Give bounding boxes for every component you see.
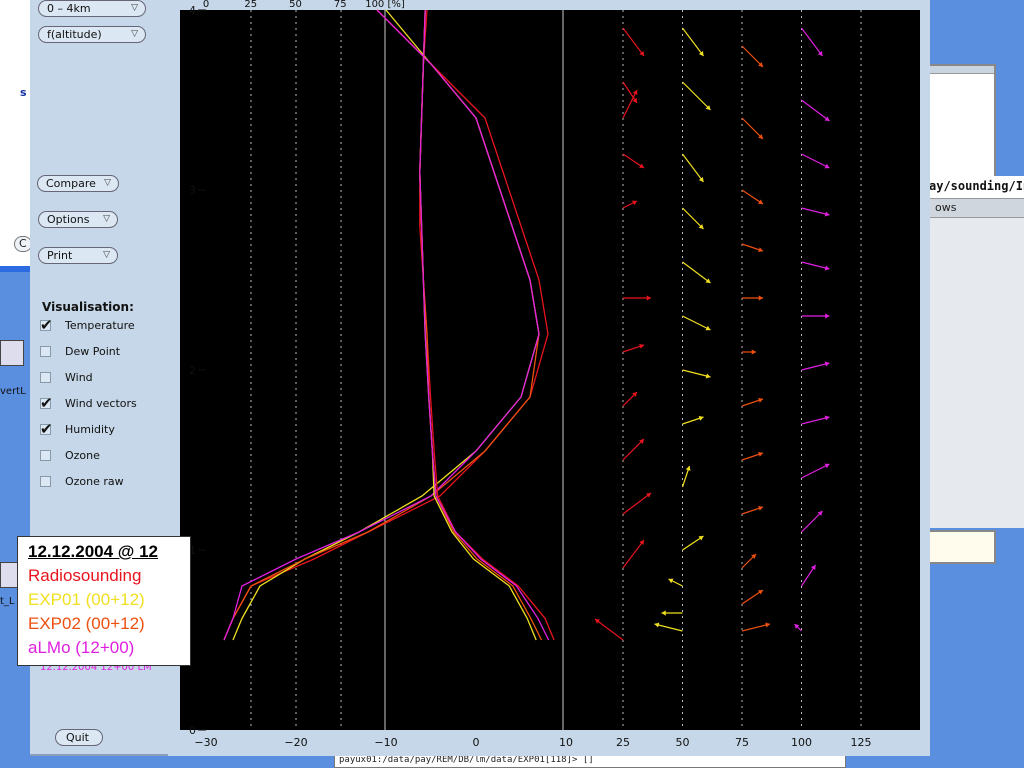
print-button[interactable]: Print ▽ bbox=[38, 247, 118, 264]
legend-item-radiosounding: Radiosounding bbox=[28, 566, 142, 585]
y-tick-label: 2 bbox=[189, 364, 196, 377]
background-window-body bbox=[0, 0, 30, 266]
checkbox-label: Wind bbox=[65, 371, 93, 384]
humidity-tick-label: 50 bbox=[289, 0, 302, 10]
temperature-tick-label: −20 bbox=[284, 736, 307, 749]
visualisation-title: Visualisation: bbox=[42, 300, 134, 314]
checkbox-label: Wind vectors bbox=[65, 397, 137, 410]
legend: 12.12.2004 @ 12 Radiosounding EXP01 (00+… bbox=[17, 536, 191, 666]
temperature-tick-label: −10 bbox=[374, 736, 397, 749]
checkbox-label: Ozone bbox=[65, 449, 100, 462]
humidity-tick-label: 25 bbox=[244, 0, 257, 10]
y-tick-label: 4 bbox=[189, 4, 196, 17]
desktop-icon-label-2: t_L bbox=[0, 596, 15, 607]
temperature-tick-label: 10 bbox=[559, 736, 573, 749]
temperature-tick-label: 0 bbox=[473, 736, 480, 749]
checkbox-box[interactable]: ✔ bbox=[40, 316, 53, 334]
temperature-tick-label: −30 bbox=[194, 736, 217, 749]
quit-button[interactable]: Quit bbox=[55, 729, 103, 746]
window-title-bar[interactable] bbox=[930, 66, 994, 74]
dropdown-triangle-icon: ▽ bbox=[131, 29, 138, 39]
dropdown-triangle-icon: ▽ bbox=[103, 250, 110, 260]
sounding-plot: 0 1 2 3 4 −30 −20 −10 0 10 0 25 50 75 100 [%] 25 50 75 100… bbox=[168, 0, 930, 756]
print-label: Print bbox=[47, 249, 73, 262]
desktop-icon-terminal[interactable] bbox=[0, 340, 24, 366]
checkbox-label: Humidity bbox=[65, 423, 115, 436]
background-window-letter: s bbox=[20, 86, 27, 99]
wind-tick-label: 100 bbox=[791, 736, 812, 749]
legend-item-exp01: EXP01 (00+12) bbox=[28, 590, 145, 609]
range-select[interactable]: 0 – 4km ▽ bbox=[38, 0, 146, 17]
checkbox-label: Temperature bbox=[65, 319, 135, 332]
options-label: Options bbox=[47, 213, 90, 226]
background-window-right-bottom bbox=[930, 530, 996, 564]
range-select-value: 0 – 4km bbox=[47, 2, 91, 15]
options-button[interactable]: Options ▽ bbox=[38, 211, 118, 228]
humidity-tick-label: 100 [%] bbox=[365, 0, 405, 10]
wind-tick-label: 125 bbox=[851, 736, 872, 749]
compare-button[interactable]: Compare ▽ bbox=[37, 175, 119, 192]
plot-background bbox=[180, 10, 920, 730]
desktop-icon-label: vertL bbox=[0, 386, 26, 397]
legend-item-exp02: EXP02 (00+12) bbox=[28, 614, 145, 633]
sounding-chart-svg: 01234−30 −20 −10 0 100 25 50 75 100 [%]25 50 75 100… bbox=[180, 0, 920, 749]
dropdown-triangle-icon: ▽ bbox=[104, 178, 111, 188]
humidity-tick-label: 0 bbox=[203, 0, 209, 10]
wind-tick-label: 25 bbox=[616, 736, 630, 749]
wind-tick-label: 50 bbox=[676, 736, 690, 749]
quit-label: Quit bbox=[66, 731, 89, 744]
checkmark-icon: ✔ bbox=[40, 394, 53, 412]
checkbox-box[interactable] bbox=[40, 476, 51, 487]
window-subtitle: ows bbox=[921, 198, 1024, 218]
checkbox-box[interactable] bbox=[40, 450, 51, 461]
checkbox-box[interactable]: ✔ bbox=[40, 394, 53, 412]
checkmark-icon: ✔ bbox=[40, 420, 53, 438]
wind-tick-label: 75 bbox=[735, 736, 749, 749]
humidity-tick-label: 75 bbox=[334, 0, 347, 10]
legend-title: 12.12.2004 @ 12 bbox=[28, 542, 159, 561]
legend-item-almo: aLMo (12+00) bbox=[28, 638, 135, 657]
background-window-right-top bbox=[930, 64, 996, 184]
dropdown-triangle-icon: ▽ bbox=[103, 214, 110, 224]
background-window-right: ay/sounding/In ows bbox=[920, 176, 1024, 528]
checkbox-box[interactable] bbox=[40, 372, 51, 383]
axis-select-value: f(altitude) bbox=[47, 28, 102, 41]
window-title[interactable]: ay/sounding/In bbox=[921, 176, 1024, 198]
checkbox-label: Dew Point bbox=[65, 345, 121, 358]
checkbox-box[interactable]: ✔ bbox=[40, 420, 53, 438]
checkbox-box[interactable] bbox=[40, 346, 51, 357]
checkbox-label: Ozone raw bbox=[65, 475, 124, 488]
dropdown-triangle-icon: ▽ bbox=[131, 3, 138, 13]
checkmark-icon: ✔ bbox=[40, 316, 53, 334]
compare-label: Compare bbox=[46, 177, 96, 190]
axis-select[interactable]: f(altitude) ▽ bbox=[38, 26, 146, 43]
y-tick-label: 3 bbox=[189, 184, 196, 197]
